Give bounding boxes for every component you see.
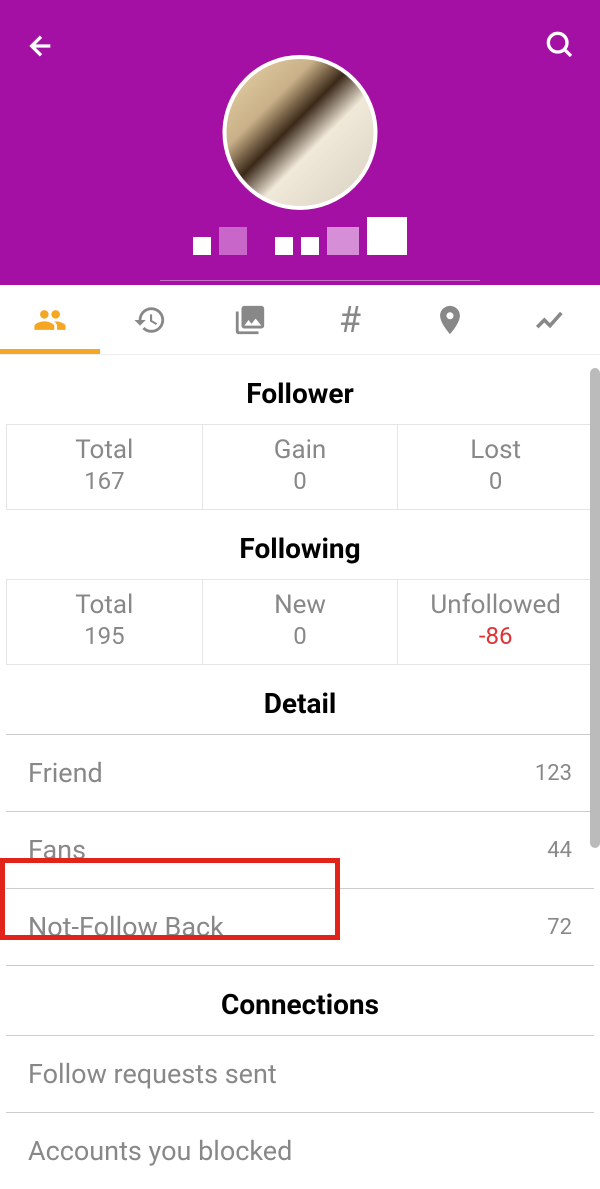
- stat-label: Unfollowed: [398, 590, 593, 620]
- scrollbar[interactable]: [590, 368, 600, 1168]
- name-underline: [160, 280, 480, 281]
- follower-stats: Total 167 Gain 0 Lost 0: [6, 424, 594, 510]
- following-stats: Total 195 New 0 Unfollowed -86: [6, 579, 594, 665]
- follower-total[interactable]: Total 167: [7, 425, 203, 509]
- list-value: 72: [547, 915, 572, 940]
- tab-trends[interactable]: [500, 285, 600, 354]
- tab-people[interactable]: [0, 285, 100, 354]
- stat-value: 0: [203, 467, 398, 495]
- list-label: Friend: [28, 757, 103, 789]
- list-label: Accounts you blocked: [28, 1135, 292, 1167]
- following-unfollowed[interactable]: Unfollowed -86: [398, 580, 593, 664]
- profile-header: [0, 0, 600, 285]
- detail-friend[interactable]: Friend 123: [6, 735, 594, 812]
- list-value: 123: [535, 761, 572, 786]
- search-button[interactable]: [543, 28, 575, 64]
- list-label: Not-Follow Back: [28, 911, 224, 943]
- stat-label: New: [203, 590, 398, 620]
- stat-label: Total: [7, 435, 202, 465]
- tab-history[interactable]: [100, 285, 200, 354]
- stat-label: Gain: [203, 435, 398, 465]
- stat-value: 167: [7, 467, 202, 495]
- following-new[interactable]: New 0: [203, 580, 399, 664]
- stat-value: 195: [7, 622, 202, 650]
- tab-hashtag[interactable]: #: [300, 285, 400, 354]
- back-button[interactable]: [25, 30, 57, 66]
- tab-bar: #: [0, 285, 600, 355]
- follower-title: Follower: [0, 355, 600, 424]
- detail-title: Detail: [0, 665, 600, 734]
- detail-fans[interactable]: Fans 44: [6, 812, 594, 889]
- follower-gain[interactable]: Gain 0: [203, 425, 399, 509]
- stat-value: 0: [398, 467, 593, 495]
- follower-lost[interactable]: Lost 0: [398, 425, 593, 509]
- stat-value: -86: [398, 622, 593, 650]
- stat-label: Lost: [398, 435, 593, 465]
- list-value: 44: [547, 838, 572, 863]
- detail-not-follow-back[interactable]: Not-Follow Back 72: [6, 889, 594, 966]
- tab-location[interactable]: [400, 285, 500, 354]
- profile-name-redacted: [193, 217, 407, 255]
- connections-follow-requests[interactable]: Follow requests sent: [6, 1036, 594, 1113]
- stat-value: 0: [203, 622, 398, 650]
- list-label: Fans: [28, 834, 86, 866]
- following-title: Following: [0, 510, 600, 579]
- tab-photos[interactable]: [200, 285, 300, 354]
- profile-avatar[interactable]: [223, 55, 378, 210]
- connections-title: Connections: [0, 966, 600, 1035]
- scrollbar-thumb[interactable]: [590, 368, 600, 848]
- list-label: Follow requests sent: [28, 1058, 277, 1090]
- connections-blocked[interactable]: Accounts you blocked: [6, 1113, 594, 1189]
- stat-label: Total: [7, 590, 202, 620]
- following-total[interactable]: Total 195: [7, 580, 203, 664]
